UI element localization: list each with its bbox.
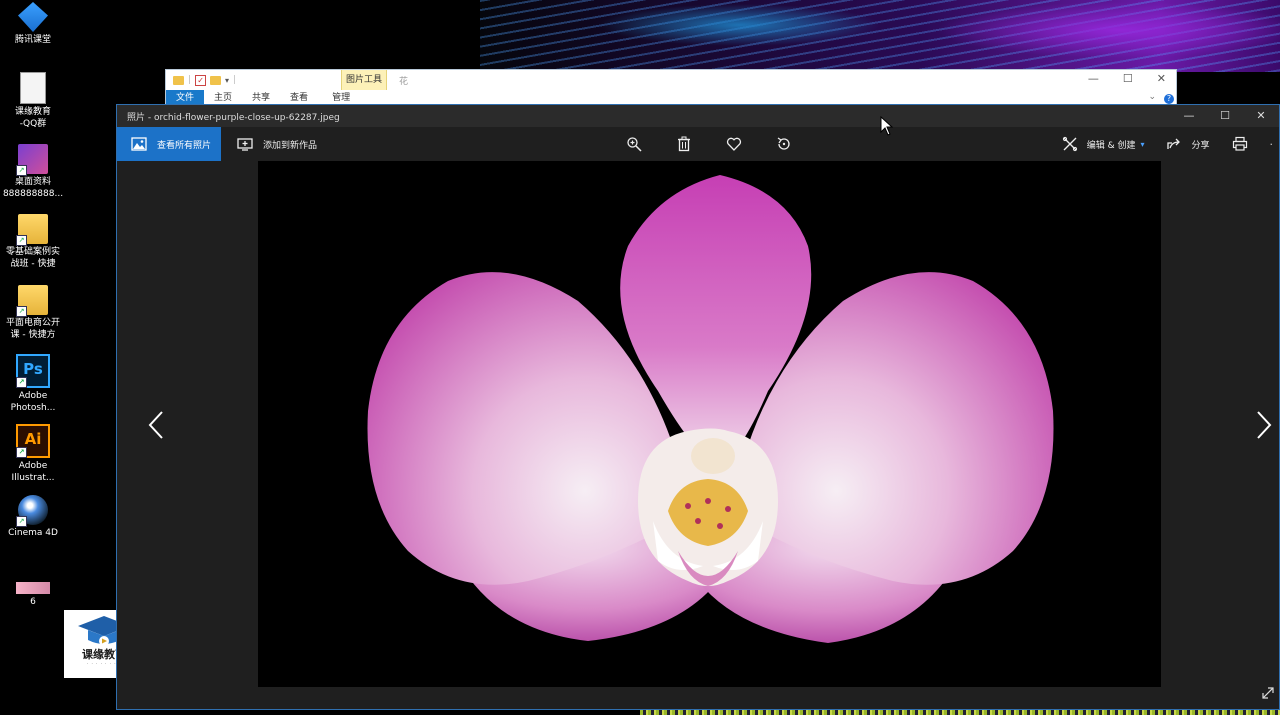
maximize-icon[interactable]: ☐	[1207, 105, 1243, 127]
share-button[interactable]: 分享	[1162, 132, 1210, 156]
media-file-icon: ↗	[16, 144, 48, 176]
folder-icon[interactable]	[173, 75, 184, 85]
file-explorer-window[interactable]: | ✓ ▾ | 图片工具 花 — ☐ ✕ 文件 主页 共享 查看 管理 ⌄ ?	[165, 69, 1177, 107]
desktop-icon-label: Adobe Illustrat...	[11, 461, 55, 483]
desktop-icon-image-6[interactable]: 6	[2, 570, 64, 608]
shortcut-arrow-icon: ↗	[16, 165, 27, 176]
cinema4d-icon: ↗	[16, 495, 48, 527]
explorer-title-bar: | ✓ ▾ | 图片工具 花 — ☐ ✕	[166, 70, 1176, 90]
chevron-down-icon: ▾	[1140, 139, 1145, 149]
explorer-folder-name: 花	[399, 77, 409, 87]
next-photo-arrow-icon[interactable]	[1251, 409, 1275, 441]
print-icon[interactable]	[1228, 132, 1252, 156]
edit-create-label: 编辑 & 创建	[1086, 140, 1136, 151]
shortcut-arrow-icon: ↗	[16, 447, 27, 458]
add-to-creation-button[interactable]: 添加到新作品	[221, 132, 329, 156]
properties-icon[interactable]: ✓	[195, 74, 207, 86]
desktop-icon-label: 零基础案例实 战班 - 快捷	[5, 247, 60, 269]
desktop-icon-label: Cinema 4D	[8, 528, 58, 538]
photo-viewer-stage	[117, 161, 1279, 709]
illustrator-icon: Ai ↗	[16, 424, 50, 458]
favorite-heart-icon[interactable]	[722, 132, 746, 156]
help-icon[interactable]: ?	[1164, 94, 1174, 104]
desktop-icon-tencent-classroom[interactable]: 腾讯课堂	[2, 2, 64, 46]
view-all-photos-label: 查看所有照片	[157, 140, 212, 151]
minimize-icon[interactable]: —	[1171, 105, 1207, 127]
quick-access-toolbar: | ✓ ▾ |	[166, 74, 236, 86]
new-folder-icon[interactable]	[210, 75, 222, 85]
delete-icon[interactable]	[672, 132, 696, 156]
zoom-icon[interactable]	[622, 132, 646, 156]
shortcut-arrow-icon: ↗	[16, 235, 27, 246]
desktop-icon-label: 腾讯课堂	[14, 35, 51, 45]
maximize-icon[interactable]: ☐	[1123, 72, 1133, 85]
photos-toolbar: 查看所有照片 添加到新作品 编辑 & 创建 ▾ 分享 ·	[117, 127, 1279, 161]
text-document-icon	[20, 72, 46, 104]
minimize-icon[interactable]: —	[1088, 72, 1099, 85]
edit-create-button[interactable]: 编辑 & 创建 ▾	[1058, 132, 1145, 156]
close-icon[interactable]: ✕	[1157, 72, 1166, 85]
orchid-image	[367, 175, 1054, 643]
photoshop-icon: Ps ↗	[16, 354, 50, 388]
desktop-wallpaper	[480, 0, 1280, 72]
photos-title-bar: 照片 - orchid-flower-purple-close-up-62287…	[117, 105, 1279, 127]
add-creation-icon	[233, 132, 257, 156]
desktop-icon-materials[interactable]: ↗ 桌面资料 888888888...	[2, 144, 64, 200]
desktop-icon-label: 6	[30, 597, 36, 607]
desktop-icon-label: 桌面资料 888888888...	[2, 177, 64, 199]
desktop-icon-cinema4d[interactable]: ↗ Cinema 4D	[2, 495, 64, 539]
share-icon	[1162, 132, 1186, 156]
desktop-icon-zero-basic-course[interactable]: ↗ 零基础案例实 战班 - 快捷	[2, 214, 64, 270]
shortcut-arrow-icon: ↗	[16, 516, 27, 527]
more-options-icon[interactable]: ·	[1270, 138, 1274, 151]
add-to-creation-label: 添加到新作品	[263, 140, 318, 151]
desktop-icon-label: 平面电商公开 课 - 快捷方	[5, 318, 60, 340]
shortcut-arrow-icon: ↗	[16, 377, 27, 388]
window-title: 照片 - orchid-flower-purple-close-up-62287…	[127, 112, 340, 123]
desktop-icon-label: Adobe Photosh...	[10, 391, 56, 413]
shortcut-arrow-icon: ↗	[16, 306, 27, 317]
fullscreen-expand-icon[interactable]	[1261, 685, 1275, 699]
desktop-icon-photoshop[interactable]: Ps ↗ Adobe Photosh...	[2, 354, 64, 414]
mouse-cursor-icon	[880, 115, 894, 136]
share-label: 分享	[1191, 140, 1210, 151]
orchid-photo	[258, 161, 1161, 687]
customize-toolbar-icon[interactable]: ▾	[225, 76, 229, 85]
tencent-classroom-icon	[18, 2, 48, 32]
image-thumbnail-icon	[16, 582, 50, 594]
desktop-icon-qq-group[interactable]: 课缘教育 -QQ群	[2, 72, 64, 130]
close-icon[interactable]: ✕	[1243, 105, 1279, 127]
edit-tools-icon	[1058, 132, 1082, 156]
expand-ribbon-icon[interactable]: ⌄	[1148, 92, 1156, 102]
previous-photo-arrow-icon[interactable]	[145, 409, 169, 441]
photo-gallery-icon	[127, 132, 151, 156]
rotate-icon[interactable]	[772, 132, 796, 156]
view-all-photos-button[interactable]: 查看所有照片	[117, 127, 222, 161]
desktop-icon-illustrator[interactable]: Ai ↗ Adobe Illustrat...	[2, 424, 64, 484]
folder-icon: ↗	[16, 285, 48, 317]
photos-app-window[interactable]: 照片 - orchid-flower-purple-close-up-62287…	[116, 104, 1280, 710]
desktop-icon-label: 课缘教育 -QQ群	[14, 107, 51, 129]
folder-icon: ↗	[16, 214, 48, 246]
desktop-icon-ecommerce-course[interactable]: ↗ 平面电商公开 课 - 快捷方	[2, 285, 64, 341]
picture-tools-label: 图片工具	[341, 70, 388, 90]
